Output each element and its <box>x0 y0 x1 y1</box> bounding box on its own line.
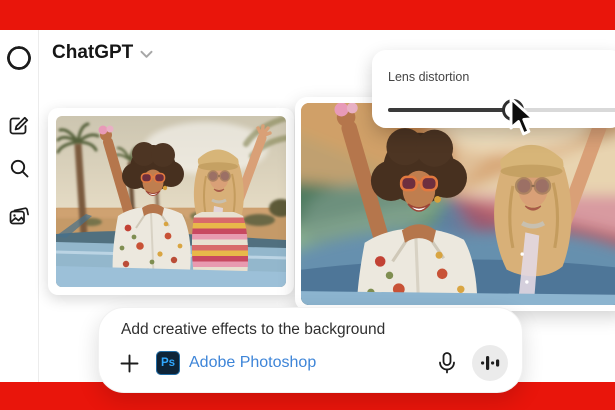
original-photo <box>56 116 286 287</box>
app-title: ChatGPT <box>52 42 133 64</box>
library-images-icon[interactable] <box>5 202 33 230</box>
model-picker[interactable]: ChatGPT <box>52 42 153 64</box>
edited-image-card[interactable] <box>295 97 615 311</box>
marketing-screenshot: ChatGPT <box>0 0 615 410</box>
sidebar <box>0 30 39 382</box>
distorted-photo <box>301 103 615 305</box>
lens-distortion-slider[interactable] <box>388 98 615 122</box>
photoshop-badge-icon[interactable]: Ps <box>156 351 180 375</box>
composer-toolbar: Ps Adobe Photoshop <box>119 345 508 381</box>
mouse-cursor-icon <box>506 96 540 141</box>
composer[interactable]: Add creative effects to the background P… <box>98 307 523 393</box>
slider-track-fill <box>388 108 513 112</box>
lens-distortion-panel: Lens distortion <box>372 50 615 128</box>
prompt-text[interactable]: Add creative effects to the background <box>121 321 385 339</box>
lens-distortion-label: Lens distortion <box>388 70 615 84</box>
voice-mode-button[interactable] <box>472 345 508 381</box>
microphone-icon[interactable] <box>436 351 458 375</box>
top-red-bar <box>0 0 615 30</box>
new-chat-icon[interactable] <box>5 112 33 140</box>
photoshop-tool-link[interactable]: Adobe Photoshop <box>189 354 316 372</box>
plus-icon[interactable] <box>119 353 140 374</box>
search-icon[interactable] <box>5 154 33 182</box>
openai-logo-icon[interactable] <box>5 44 33 72</box>
original-image-card[interactable] <box>48 108 294 295</box>
chevron-down-icon <box>140 46 153 64</box>
